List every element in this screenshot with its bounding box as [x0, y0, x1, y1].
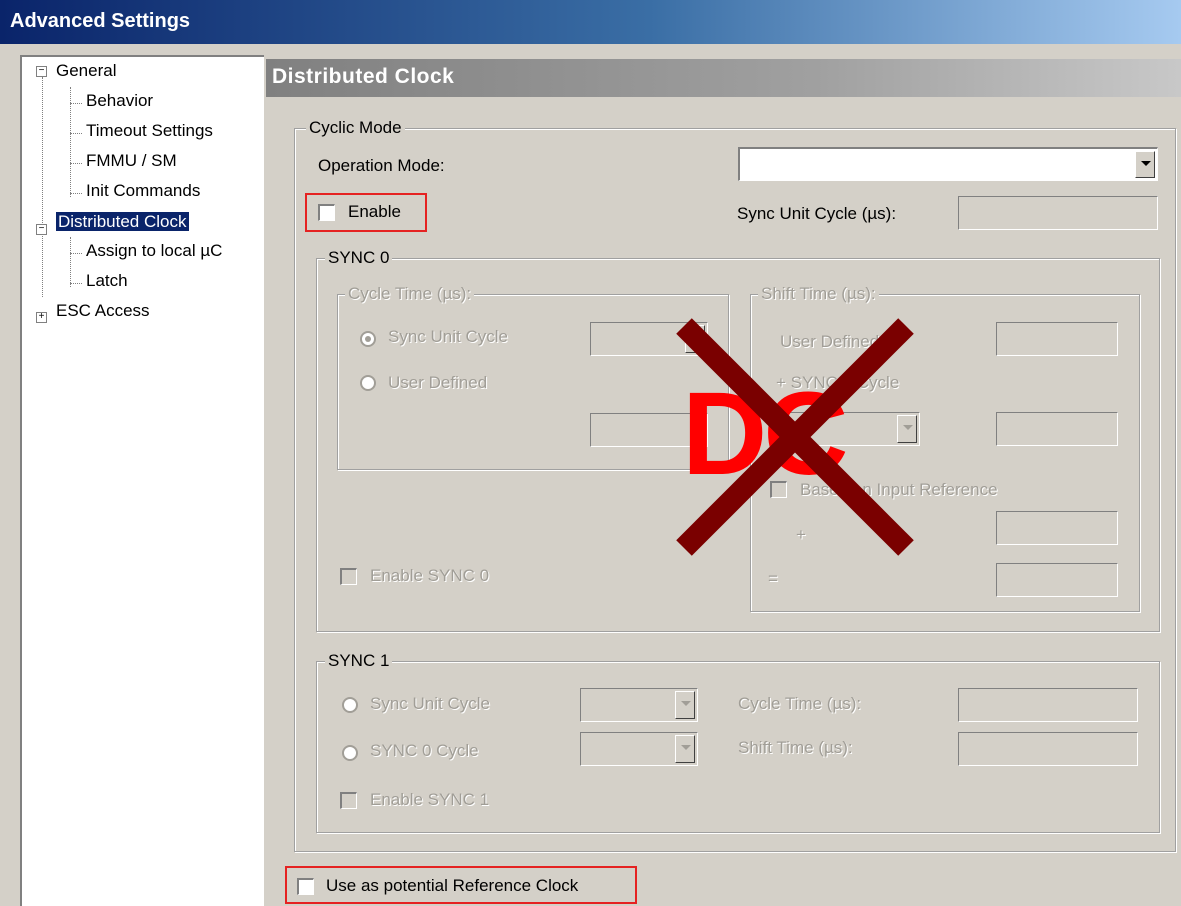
tree-item-assign-local-uc[interactable]: Assign to local µC	[86, 241, 222, 261]
enable-sync1-label: Enable SYNC 1	[370, 790, 490, 809]
operation-mode-label: Operation Mode:	[318, 156, 445, 175]
sync0-equals-field[interactable]	[996, 563, 1118, 597]
enable-sync1-checkbox[interactable]	[340, 792, 357, 809]
sync1-unit-cycle-select[interactable]	[580, 688, 698, 722]
collapse-icon[interactable]: −	[36, 66, 47, 77]
panel-header: Distributed Clock	[266, 59, 1181, 97]
dropdown-arrow-icon[interactable]	[675, 735, 695, 763]
sync0-title: SYNC 0	[325, 248, 393, 268]
sync0-sync-unit-cycle-label: Sync Unit Cycle	[388, 327, 508, 346]
sync0-equals-label: =	[768, 569, 778, 588]
settings-tree[interactable]: − General Behavior Timeout Settings FMMU…	[20, 55, 264, 906]
collapse-icon[interactable]: −	[36, 224, 47, 235]
sync1-cycle-time-label: Cycle Time (µs):	[738, 694, 862, 713]
dropdown-arrow-icon[interactable]	[675, 691, 695, 719]
tree-item-timeout-settings[interactable]: Timeout Settings	[86, 121, 213, 141]
tree-connector	[70, 193, 82, 194]
dropdown-arrow-icon[interactable]	[1135, 151, 1155, 178]
sync-unit-cycle-label: Sync Unit Cycle (µs):	[737, 204, 897, 223]
window-title: Advanced Settings	[10, 10, 191, 32]
sync1-sync0-cycle-label: SYNC 0 Cycle	[370, 741, 479, 760]
enable-sync0-checkbox[interactable]	[340, 568, 357, 585]
sync0-shift-user-field[interactable]	[996, 322, 1118, 356]
tree-connector	[70, 133, 82, 134]
sync0-plus-field[interactable]	[996, 511, 1118, 545]
panel-title: Distributed Clock	[272, 65, 455, 88]
tree-item-latch[interactable]: Latch	[86, 271, 128, 291]
sync1-sync-unit-cycle-label: Sync Unit Cycle	[370, 694, 490, 713]
sync0-user-defined-radio[interactable]	[360, 375, 376, 391]
window-titlebar: Advanced Settings	[0, 0, 1181, 44]
sync1-sync-unit-cycle-radio[interactable]	[342, 697, 358, 713]
cyclic-mode-title: Cyclic Mode	[306, 118, 405, 138]
sync0-shift-time-title: Shift Time (µs):	[758, 284, 879, 304]
enable-label: Enable	[348, 202, 401, 221]
sync1-shift-time-label: Shift Time (µs):	[738, 738, 853, 757]
reference-clock-checkbox[interactable]	[297, 878, 314, 895]
sync0-sync-unit-cycle-radio[interactable]	[360, 331, 376, 347]
tree-item-init-commands[interactable]: Init Commands	[86, 181, 200, 201]
cross-overlay-icon	[676, 318, 914, 556]
sync-unit-cycle-field[interactable]	[958, 196, 1158, 230]
sync0-cycle-time-title: Cycle Time (µs):	[345, 284, 475, 304]
tree-connector	[70, 283, 82, 284]
enable-checkbox[interactable]	[318, 204, 335, 221]
tree-item-general[interactable]: General	[56, 61, 116, 81]
tree-connector	[70, 237, 71, 287]
sync1-title: SYNC 1	[325, 651, 393, 671]
tree-connector	[42, 77, 43, 297]
tree-item-esc-access[interactable]: ESC Access	[56, 301, 150, 321]
sync0-shift-sync1-field[interactable]	[996, 412, 1118, 446]
tree-item-distributed-clock[interactable]: Distributed Clock	[56, 212, 189, 232]
sync1-cycle-time-field[interactable]	[958, 688, 1138, 722]
expand-icon[interactable]: +	[36, 312, 47, 323]
sync0-user-defined-label: User Defined	[388, 373, 488, 392]
tree-connector	[70, 163, 82, 164]
tree-connector	[70, 103, 82, 104]
sync1-sync0-cycle-select[interactable]	[580, 732, 698, 766]
tree-item-fmmu-sm[interactable]: FMMU / SM	[86, 151, 177, 171]
tree-item-behavior[interactable]: Behavior	[86, 91, 153, 111]
reference-clock-label: Use as potential Reference Clock	[326, 876, 579, 895]
sync1-sync0-cycle-radio[interactable]	[342, 745, 358, 761]
operation-mode-select[interactable]	[738, 147, 1158, 181]
sync1-shift-time-field[interactable]	[958, 732, 1138, 766]
tree-connector	[70, 253, 82, 254]
enable-sync0-label: Enable SYNC 0	[370, 566, 490, 585]
